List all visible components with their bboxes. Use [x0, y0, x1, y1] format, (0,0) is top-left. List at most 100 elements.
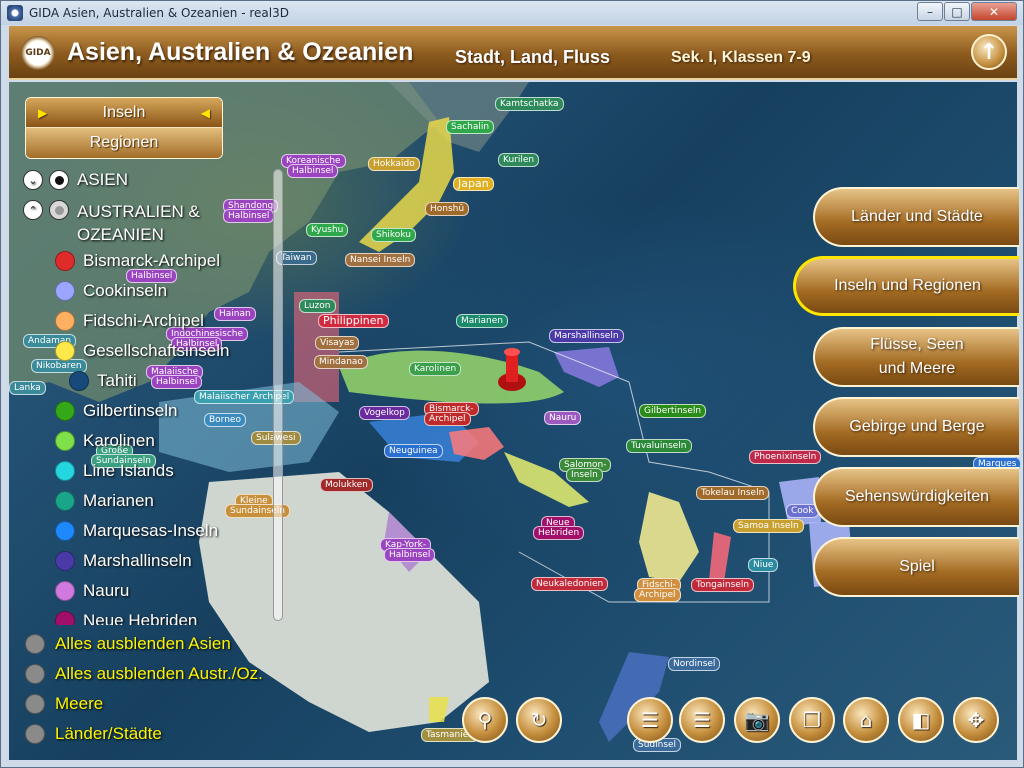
nav-fluesse-seen-meere[interactable]: Flüsse, Seen und Meere	[813, 327, 1019, 387]
map-label[interactable]: Samoa Inseln	[733, 519, 804, 533]
chevron-down-icon[interactable]: ⌄	[23, 170, 43, 190]
tree-item[interactable]: Cookinseln	[55, 279, 167, 303]
radio-oceania[interactable]	[49, 200, 69, 220]
tree-item-label: Karolinen	[83, 431, 155, 450]
map-label[interactable]: Phoenixinseln	[749, 450, 822, 464]
tree-item[interactable]: Karolinen	[55, 429, 155, 453]
map-label[interactable]: Kyushu	[306, 223, 349, 237]
minimize-button[interactable]: –	[917, 2, 943, 21]
tab-regionen[interactable]: Regionen	[26, 128, 222, 158]
option-toggle[interactable]: Meere	[25, 694, 103, 714]
up-arrow-button[interactable]: ↑	[971, 34, 1007, 70]
map-label[interactable]: Nordinsel	[668, 657, 721, 671]
map-label[interactable]: Tokelau Inseln	[696, 486, 770, 500]
map-label[interactable]: Marianen	[456, 314, 508, 328]
map-label[interactable]: Kamtschatka	[495, 97, 564, 111]
nav-sehenswuerdigkeiten[interactable]: Sehenswürdigkeiten	[813, 467, 1019, 527]
color-dot-icon[interactable]	[55, 551, 75, 571]
tree-item[interactable]: Marquesas-Inseln	[55, 519, 218, 543]
tree-category-oceania[interactable]: ⌃ AUSTRALIEN & OZEANIEN	[23, 200, 200, 246]
map-label[interactable]: Tongainseln	[691, 578, 755, 592]
map-label[interactable]: Halbinsel	[384, 548, 436, 562]
map-label[interactable]: Tuvaluinseln	[626, 439, 692, 453]
close-button[interactable]: ✕	[971, 2, 1017, 21]
option-toggle[interactable]: Alles ausblenden Austr./Oz.	[25, 664, 263, 684]
map-label[interactable]: Japan	[453, 177, 494, 191]
tree-item[interactable]: Marianen	[55, 489, 154, 513]
map-label[interactable]: Honshū	[425, 202, 470, 216]
title-bar[interactable]: GIDA Asien, Australien & Ozeanien - real…	[1, 1, 1023, 25]
map-label[interactable]: Inseln	[566, 468, 603, 482]
copy-icon[interactable]: ❐	[789, 697, 835, 743]
radio-asia[interactable]	[49, 170, 69, 190]
window-layout-icon[interactable]: ◧	[898, 697, 944, 743]
color-dot-icon[interactable]	[55, 491, 75, 511]
color-dot-icon[interactable]	[55, 461, 75, 481]
nav-laender-und-staedte[interactable]: Länder und Städte	[813, 187, 1019, 247]
option-radio[interactable]	[25, 634, 45, 654]
map-label[interactable]: Kurilen	[498, 153, 540, 167]
nav-inseln-und-regionen[interactable]: Inseln und Regionen	[793, 256, 1019, 316]
move-icon[interactable]: ✥	[953, 697, 999, 743]
option-radio[interactable]	[25, 724, 45, 744]
option-toggle[interactable]: Länder/Städte	[25, 724, 162, 744]
color-dot-icon[interactable]	[55, 581, 75, 601]
reset-button[interactable]: ↻	[516, 697, 562, 743]
color-dot-icon[interactable]	[55, 251, 75, 271]
tree-item[interactable]: Bismarck-Archipel	[55, 249, 220, 273]
color-dot-icon[interactable]	[55, 401, 75, 421]
tree-scrollbar[interactable]	[273, 169, 283, 621]
tree-category-asia[interactable]: ⌄ ASIEN	[23, 170, 128, 190]
map-label[interactable]: Mindanao	[314, 355, 368, 369]
color-dot-icon[interactable]	[55, 611, 75, 625]
map-label[interactable]: Gilbertinseln	[639, 404, 707, 418]
tab-inseln[interactable]: ▶ Inseln ◀	[26, 98, 222, 128]
map-label[interactable]: Nansei Inseln	[345, 253, 416, 267]
maximize-button[interactable]: □	[944, 2, 970, 21]
map-label[interactable]: Archipel	[424, 412, 471, 426]
map-label[interactable]: Molukken	[320, 478, 373, 492]
camera-icon[interactable]: 📷	[734, 697, 780, 743]
map-label[interactable]: Luzon	[299, 299, 336, 313]
map-label[interactable]: Sachalin	[446, 120, 495, 134]
map-label[interactable]: Hokkaido	[368, 157, 420, 171]
color-dot-icon[interactable]	[55, 281, 75, 301]
tree-item[interactable]: Neue Hebriden	[55, 609, 197, 625]
tree-item[interactable]: Gilbertinseln	[55, 399, 178, 423]
option-toggle[interactable]: Alles ausblenden Asien	[25, 634, 231, 654]
pin-button[interactable]: ⚲	[462, 697, 508, 743]
tree-item[interactable]: Marshallinseln	[55, 549, 192, 573]
color-dot-icon[interactable]	[55, 431, 75, 451]
map-label[interactable]: Neuguinea	[384, 444, 443, 458]
list-menu-button-2[interactable]: ☰	[679, 697, 725, 743]
map-label[interactable]: Marshallinseln	[549, 329, 624, 343]
map-label[interactable]: Visayas	[315, 336, 360, 350]
option-radio[interactable]	[25, 694, 45, 714]
tree-item[interactable]: Tahiti	[69, 369, 137, 393]
nav-spiel[interactable]: Spiel	[813, 537, 1019, 597]
map-label[interactable]: Vogelkop	[359, 406, 410, 420]
chevron-up-icon[interactable]: ⌃	[23, 200, 43, 220]
map-label[interactable]: Neukaledonien	[531, 577, 609, 591]
color-dot-icon[interactable]	[55, 521, 75, 541]
map-label[interactable]: Philippinen	[318, 314, 389, 328]
color-dot-icon[interactable]	[69, 371, 89, 391]
tree-item[interactable]: Gesellschaftsinseln	[55, 339, 229, 363]
color-dot-icon[interactable]	[55, 311, 75, 331]
map-label[interactable]: Nauru	[544, 411, 582, 425]
home-icon[interactable]: ⌂	[843, 697, 889, 743]
option-radio[interactable]	[25, 664, 45, 684]
tree-item-label: Gilbertinseln	[83, 401, 178, 420]
nav-gebirge-und-berge[interactable]: Gebirge und Berge	[813, 397, 1019, 457]
color-dot-icon[interactable]	[55, 341, 75, 361]
tree-item[interactable]: Nauru	[55, 579, 129, 603]
map-label[interactable]: Archipel	[634, 588, 681, 602]
map-label[interactable]: Niue	[748, 558, 779, 572]
list-menu-button[interactable]: ☰	[627, 697, 673, 743]
map-label[interactable]: Halbinsel	[287, 164, 339, 178]
map-label[interactable]: Karolinen	[409, 362, 462, 376]
map-label[interactable]: Shikoku	[371, 228, 416, 242]
map-label[interactable]: Hebriden	[533, 526, 585, 540]
tree-item[interactable]: Line Islands	[55, 459, 174, 483]
tree-item[interactable]: Fidschi-Archipel	[55, 309, 204, 333]
